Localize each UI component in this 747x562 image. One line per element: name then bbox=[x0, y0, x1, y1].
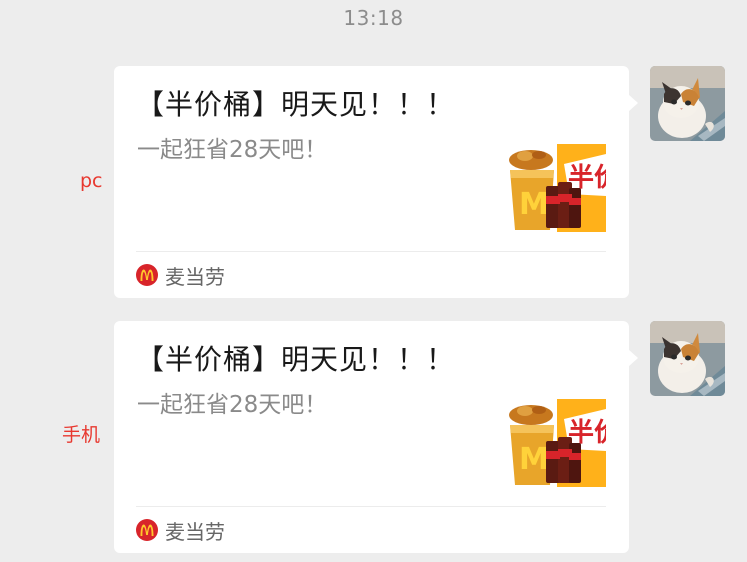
chat-message: 【半价桶】明天见！！！ 一起狂省28天吧！ 半价 M bbox=[0, 66, 747, 306]
link-card[interactable]: 【半价桶】明天见！！！ 一起狂省28天吧！ 半价 M bbox=[114, 66, 638, 298]
mcdonalds-logo-icon bbox=[136, 264, 158, 286]
cat-avatar-image bbox=[650, 66, 725, 141]
card-source[interactable]: 麦当劳 bbox=[136, 517, 225, 544]
chat-message: 【半价桶】明天见！！！ 一起狂省28天吧！ 半价 M bbox=[0, 321, 747, 561]
card-title: 【半价桶】明天见！！！ bbox=[136, 88, 456, 121]
timestamp: 13:18 bbox=[343, 6, 404, 30]
mcdonalds-bucket-promo-image: 半价 M bbox=[509, 144, 606, 232]
card-divider bbox=[136, 506, 606, 507]
card-thumbnail: 半价 M bbox=[509, 144, 606, 232]
card-thumbnail: 半价 M bbox=[509, 399, 606, 487]
svg-text:M: M bbox=[519, 442, 549, 477]
card-description: 一起狂省28天吧！ bbox=[137, 392, 328, 418]
source-name: 麦当劳 bbox=[165, 519, 225, 544]
svg-text:M: M bbox=[519, 187, 549, 222]
link-card[interactable]: 【半价桶】明天见！！！ 一起狂省28天吧！ 半价 M bbox=[114, 321, 638, 553]
source-name: 麦当劳 bbox=[165, 264, 225, 289]
card-divider bbox=[136, 251, 606, 252]
card-source[interactable]: 麦当劳 bbox=[136, 262, 225, 289]
cat-avatar-image bbox=[650, 321, 725, 396]
mcdonalds-bucket-promo-image: 半价 M bbox=[509, 399, 606, 487]
avatar[interactable] bbox=[650, 321, 725, 396]
avatar[interactable] bbox=[650, 66, 725, 141]
card-title: 【半价桶】明天见！！！ bbox=[136, 343, 456, 376]
mcdonalds-logo-icon bbox=[136, 519, 158, 541]
card-description: 一起狂省28天吧！ bbox=[137, 137, 328, 163]
